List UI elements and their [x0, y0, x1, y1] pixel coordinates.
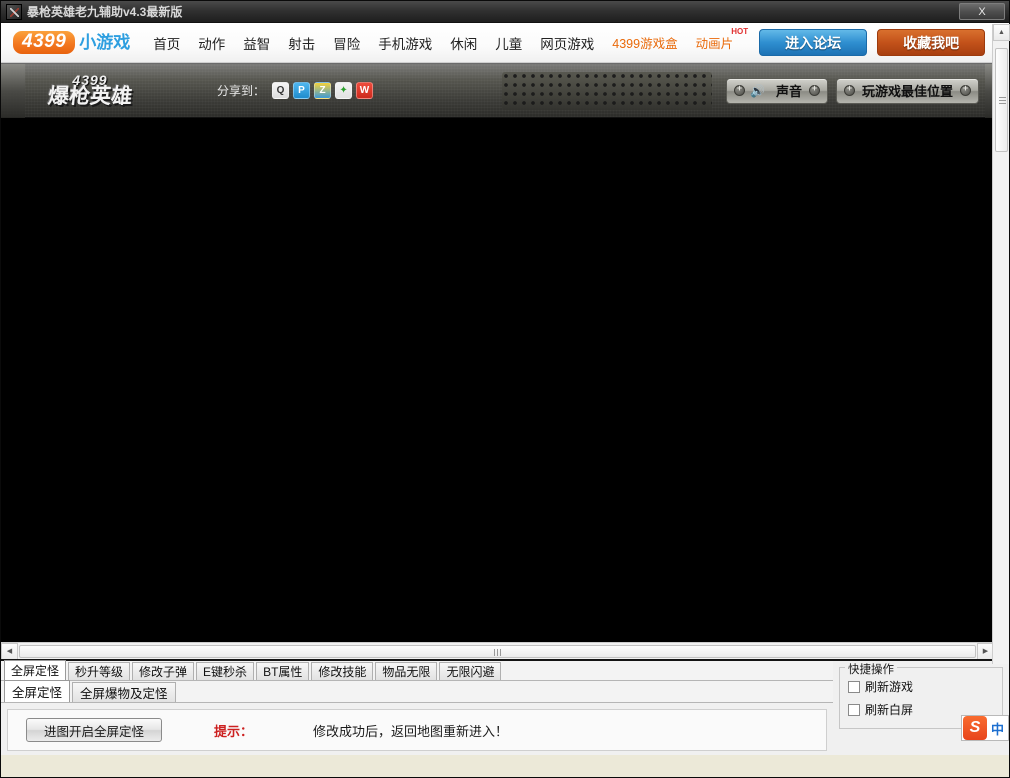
nav-item-8[interactable]: 网页游戏 [531, 33, 603, 53]
nav-item-1[interactable]: 动作 [189, 33, 234, 53]
subtab-fullscreen-freeze[interactable]: 全屏定怪 [4, 680, 71, 702]
nav-item-0[interactable]: 首页 [144, 33, 189, 53]
zone-share-icon[interactable]: Z [314, 82, 332, 99]
ime-mode-label[interactable]: 中 [991, 719, 1004, 738]
primary-tab-bar: 全屏定怪 秒升等级 修改子弹 E键秒杀 BT属性 修改技能 物品无限 无限闪避 [1, 660, 833, 681]
knob-right-icon-2 [960, 83, 971, 96]
tab-modify-skills[interactable]: 修改技能 [311, 662, 374, 680]
quick-actions-panel: 快捷操作 刷新游戏 刷新白屏 S 中 [833, 661, 1009, 755]
knob-left-icon-2 [843, 83, 855, 96]
site-logo[interactable]: 4399 小游戏 [13, 31, 130, 54]
nav-item-5[interactable]: 手机游戏 [369, 33, 441, 53]
sogou-ime-icon[interactable]: S [962, 716, 987, 740]
tab-instant-level[interactable]: 秒升等级 [68, 662, 131, 680]
logo-text: 小游戏 [79, 32, 131, 52]
nav-item-2[interactable]: 益智 [234, 33, 279, 53]
share-label: 分享到： [217, 84, 266, 98]
quick-actions-title: 快捷操作 [845, 661, 897, 677]
knob-right-icon [808, 83, 820, 96]
sound-button-label: 声音 [775, 84, 802, 99]
game-stage[interactable] [1, 118, 1009, 659]
nav-item-7[interactable]: 儿童 [486, 33, 531, 53]
renren-share-icon[interactable]: ✦ [335, 82, 353, 99]
refresh-blank-checkbox[interactable] [848, 703, 860, 716]
tab-unlimited-items[interactable]: 物品无限 [375, 662, 438, 680]
banner-controls: 🔊 声音 玩游戏最佳位置 [502, 71, 979, 110]
qq-share-icon[interactable]: Q [272, 82, 290, 99]
application-window: 暴枪英雄老九辅助v4.3最新版 X 4399 小游戏 首页 动作 益智 射击 冒… [0, 0, 1010, 778]
nav-links: 首页 动作 益智 射击 冒险 手机游戏 休闲 儿童 网页游戏 4399游戏盒 动… [144, 27, 750, 53]
site-nav-bar: 4399 小游戏 首页 动作 益智 射击 冒险 手机游戏 休闲 儿童 网页游戏 … [1, 23, 1009, 63]
horizontal-scroll-thumb[interactable] [19, 644, 976, 658]
vertical-scrollbar[interactable]: ▲ [992, 24, 1010, 664]
game-content-area: 4399 爆枪英雄 分享到： Q P Z ✦ W 🔊 声音 [1, 63, 1009, 659]
sound-button[interactable]: 🔊 声音 [726, 77, 828, 104]
hint-text: 修改成功后，返回地图重新进入！ [313, 723, 509, 739]
hot-badge-icon: HOT [731, 27, 749, 36]
nav-item-4[interactable]: 冒险 [324, 33, 369, 53]
enter-forum-button[interactable]: 进入论坛 [759, 29, 868, 56]
app-icon [6, 3, 22, 20]
refresh-game-checkbox[interactable] [848, 680, 860, 693]
nav-item-3[interactable]: 射击 [279, 33, 324, 53]
tab-modify-bullets[interactable]: 修改子弹 [132, 662, 195, 680]
subtab-fullscreen-drop-freeze[interactable]: 全屏爆物及定怪 [72, 682, 176, 702]
tab-unlimited-dodge[interactable]: 无限闪避 [439, 662, 502, 680]
vent-decoration [502, 71, 713, 110]
tab-e-key-kill[interactable]: E键秒杀 [196, 662, 255, 680]
game-banner: 4399 爆枪英雄 分享到： Q P Z ✦ W 🔊 声音 [1, 64, 1009, 118]
best-position-button[interactable]: 玩游戏最佳位置 [835, 77, 979, 104]
title-bar: 暴枪英雄老九辅助v4.3最新版 X [1, 1, 1009, 23]
weibo-share-icon[interactable]: W [356, 82, 374, 99]
vertical-scroll-thumb[interactable] [995, 48, 1008, 152]
ime-indicator[interactable]: S 中 [960, 715, 1009, 741]
hint-label: 提示： [214, 723, 254, 739]
game-logo: 4399 爆枪英雄 [25, 68, 155, 114]
cheat-panel: 全屏定怪 秒升等级 修改子弹 E键秒杀 BT属性 修改技能 物品无限 无限闪避 … [1, 659, 1009, 755]
qzone-share-icon[interactable]: P [293, 82, 311, 99]
secondary-tab-bar: 全屏定怪 全屏爆物及定怪 [1, 680, 833, 703]
tab-bt-attributes[interactable]: BT属性 [256, 662, 310, 680]
nav-item-anime-label: 动画片 [695, 37, 734, 51]
knob-left-icon [734, 83, 746, 96]
logo-number: 4399 [13, 31, 76, 54]
scroll-up-icon[interactable]: ▲ [993, 24, 1010, 41]
best-position-label: 玩游戏最佳位置 [861, 84, 953, 99]
enable-fullscreen-freeze-button[interactable]: 进图开启全屏定怪 [26, 718, 162, 742]
add-favorite-button[interactable]: 收藏我吧 [877, 29, 986, 56]
horizontal-scrollbar[interactable]: ◀ ▶ [1, 642, 994, 659]
cheat-panel-main: 全屏定怪 秒升等级 修改子弹 E键秒杀 BT属性 修改技能 物品无限 无限闪避 … [1, 660, 833, 755]
checkbox-row-refresh-game[interactable]: 刷新游戏 [848, 678, 1002, 695]
nav-item-anime[interactable]: 动画片 HOT [687, 27, 750, 52]
game-logo-name: 爆枪英雄 [46, 84, 134, 108]
nav-item-game-box[interactable]: 4399游戏盒 [603, 33, 686, 52]
speaker-icon: 🔊 [750, 83, 765, 98]
scroll-left-icon[interactable]: ◀ [1, 642, 18, 659]
window-title: 暴枪英雄老九辅助v4.3最新版 [27, 5, 183, 19]
cheat-action-row: 进图开启全屏定怪 提示： 修改成功后，返回地图重新进入！ [7, 709, 827, 751]
tab-fullscreen-freeze[interactable]: 全屏定怪 [4, 660, 67, 680]
refresh-game-label: 刷新游戏 [865, 680, 914, 694]
share-icons: Q P Z ✦ W [272, 82, 374, 99]
share-block: 分享到： Q P Z ✦ W [217, 82, 374, 99]
close-button[interactable]: X [959, 3, 1005, 20]
nav-item-6[interactable]: 休闲 [441, 33, 486, 53]
refresh-blank-label: 刷新白屏 [865, 703, 914, 717]
